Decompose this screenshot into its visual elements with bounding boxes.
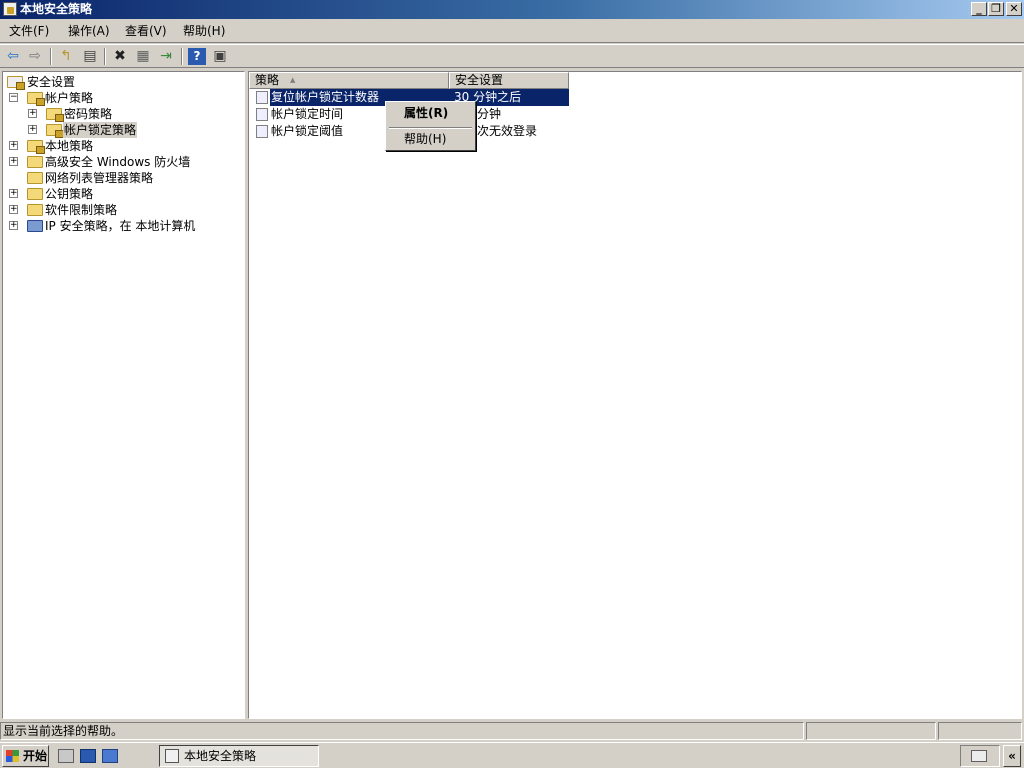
window-title: 本地安全策略 (20, 2, 93, 16)
folder-icon (27, 188, 43, 200)
folder-icon (27, 204, 43, 216)
back-arrow-icon[interactable]: ⇦ (4, 48, 22, 65)
keyboard-icon[interactable] (971, 750, 987, 762)
tree-item-password-policy[interactable]: + 密码策略 (28, 106, 228, 122)
tree-item-network-list-policy[interactable]: 网络列表管理器策略 (9, 170, 209, 186)
taskbar: 开始 本地安全策略 « (0, 742, 1024, 768)
tree-item-public-key-policy[interactable]: + 公钥策略 (9, 186, 209, 202)
expand-icon[interactable]: + (9, 205, 18, 214)
tree-label: 本地策略 (45, 139, 94, 153)
context-menu-help[interactable]: 帮助(H) (404, 131, 446, 147)
list-pane[interactable]: 策略 ▲ 安全设置 复位帐户锁定计数器 30 分钟之后 帐户锁定时间 分钟 帐户… (248, 71, 1022, 719)
start-label: 开始 (23, 749, 48, 763)
properties-icon[interactable]: ▦ (134, 48, 152, 65)
tree-label: 公钥策略 (45, 187, 94, 201)
tray-expand-icon[interactable]: « (1003, 745, 1021, 767)
folder-lock-icon (27, 92, 45, 106)
expand-icon[interactable]: + (28, 109, 37, 118)
column-header-setting[interactable]: 安全设置 (449, 72, 569, 89)
policy-icon (256, 108, 268, 121)
explorer-icon[interactable] (102, 749, 118, 763)
folder-lock-icon (46, 124, 64, 138)
folder-icon (27, 172, 43, 184)
status-cell-3 (938, 722, 1022, 740)
toolbar-separator (181, 48, 183, 65)
policy-name: 帐户锁定时间 (271, 107, 344, 121)
ip-security-icon (27, 220, 43, 232)
toolbar: ⇦ ⇨ ↰ ▤ ✖ ▦ ⇥ ? ▣ (0, 44, 1024, 68)
folder-lock-icon (27, 140, 45, 154)
security-policy-app-icon (3, 2, 17, 16)
column-label: 策略 (255, 73, 280, 87)
expand-icon[interactable]: + (9, 221, 18, 230)
tree-item-software-restriction[interactable]: + 软件限制策略 (9, 202, 209, 218)
restore-button[interactable]: ❐ (988, 2, 1004, 16)
tree-item-local-policy[interactable]: + 本地策略 (9, 138, 209, 154)
policy-icon (256, 125, 268, 138)
tree-label: 高级安全 Windows 防火墙 (45, 155, 191, 169)
menu-action[interactable]: 操作(A) (68, 23, 110, 39)
tree-label: 密码策略 (64, 107, 113, 121)
task-label: 本地安全策略 (184, 749, 257, 763)
policy-name: 帐户锁定阈值 (271, 124, 344, 138)
tree-label: 网络列表管理器策略 (45, 171, 154, 185)
tree-label: IP 安全策略，在 本地计算机 (45, 219, 196, 233)
tree-pane[interactable]: 安全设置 − 帐户策略 + 密码策略 + 帐户锁定策略 + 本地策略 + 高级安… (2, 71, 245, 719)
context-menu-separator (389, 127, 472, 129)
column-label: 安全设置 (455, 73, 504, 87)
collapse-icon[interactable]: − (9, 93, 18, 102)
title-bar[interactable]: 本地安全策略 _ ❐ ✕ (0, 0, 1024, 19)
show-desktop-icon[interactable] (80, 749, 96, 763)
policy-name: 复位帐户锁定计数器 (271, 90, 380, 104)
tree-item-account-policy[interactable]: − 帐户策略 (9, 90, 209, 106)
expand-icon[interactable]: + (9, 157, 18, 166)
start-button[interactable]: 开始 (2, 745, 49, 767)
policy-setting: 分钟 (477, 107, 502, 121)
policy-icon (256, 91, 268, 104)
security-settings-icon (7, 76, 25, 90)
tree-label: 帐户策略 (45, 91, 94, 105)
server-manager-icon[interactable] (58, 749, 74, 763)
delete-icon[interactable]: ✖ (111, 48, 129, 65)
folder-icon (27, 156, 43, 168)
forward-arrow-icon[interactable]: ⇨ (26, 48, 44, 65)
expand-icon[interactable]: + (9, 189, 18, 198)
menu-bar: 文件(F) 操作(A) 查看(V) 帮助(H) (0, 19, 1024, 43)
toolbar-separator (50, 48, 52, 65)
console-icon[interactable]: ▣ (211, 48, 229, 65)
show-hide-tree-icon[interactable]: ▤ (81, 48, 99, 65)
folder-lock-icon (46, 108, 64, 122)
help-icon[interactable]: ? (188, 48, 206, 65)
menu-help[interactable]: 帮助(H) (183, 23, 225, 39)
close-button[interactable]: ✕ (1006, 2, 1022, 16)
status-text: 显示当前选择的帮助。 (0, 722, 804, 740)
tree-item-firewall[interactable]: + 高级安全 Windows 防火墙 (9, 154, 239, 170)
export-list-icon[interactable]: ⇥ (157, 48, 175, 65)
status-bar: 显示当前选择的帮助。 (0, 721, 1024, 741)
column-header-policy[interactable]: 策略 ▲ (249, 72, 449, 89)
context-menu: 属性(R) 帮助(H) (385, 101, 476, 151)
tree-label: 安全设置 (27, 75, 76, 89)
taskbar-button-security-policy[interactable]: 本地安全策略 (159, 745, 319, 767)
tree-label: 帐户锁定策略 (63, 122, 138, 138)
security-policy-app-icon (165, 749, 179, 763)
system-tray (960, 745, 1000, 767)
tree-item-ip-security[interactable]: + IP 安全策略，在 本地计算机 (9, 218, 239, 234)
tree-item-account-lockout-policy[interactable]: + 帐户锁定策略 (28, 122, 228, 138)
expand-icon[interactable]: + (9, 141, 18, 150)
context-menu-properties[interactable]: 属性(R) (404, 105, 448, 121)
minimize-button[interactable]: _ (971, 2, 987, 16)
windows-logo-icon (6, 750, 19, 762)
status-cell-2 (806, 722, 936, 740)
sort-ascending-icon: ▲ (290, 76, 296, 84)
policy-setting: 次无效登录 (477, 124, 538, 138)
up-folder-icon[interactable]: ↰ (57, 48, 75, 65)
toolbar-separator (104, 48, 106, 65)
expand-icon[interactable]: + (28, 125, 37, 134)
tree-label: 软件限制策略 (45, 203, 118, 217)
menu-view[interactable]: 查看(V) (125, 23, 167, 39)
menu-file[interactable]: 文件(F) (9, 23, 49, 39)
